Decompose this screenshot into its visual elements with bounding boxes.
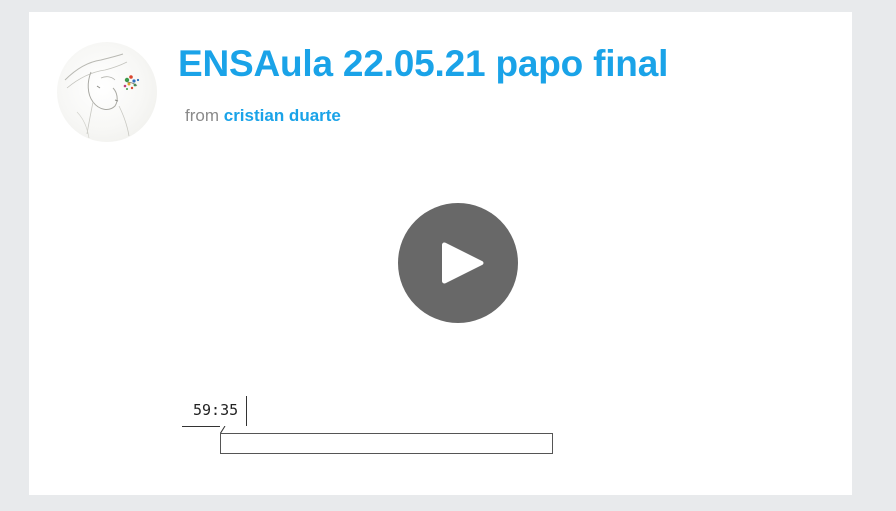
author-avatar-drawing-icon bbox=[64, 53, 140, 139]
duration-label: 59:35 bbox=[182, 396, 248, 426]
play-button[interactable] bbox=[398, 203, 518, 323]
progress-bar[interactable] bbox=[220, 433, 553, 454]
duration-underline bbox=[182, 426, 220, 427]
video-title[interactable]: ENSAula 22.05.21 papo final bbox=[178, 39, 668, 89]
author-avatar[interactable] bbox=[57, 42, 157, 142]
video-card: ENSAula 22.05.21 papo final from cristia… bbox=[29, 12, 852, 495]
byline: from cristian duarte bbox=[185, 105, 341, 127]
author-link[interactable]: cristian duarte bbox=[224, 106, 341, 125]
from-label: from bbox=[185, 106, 219, 125]
play-icon bbox=[442, 242, 484, 284]
